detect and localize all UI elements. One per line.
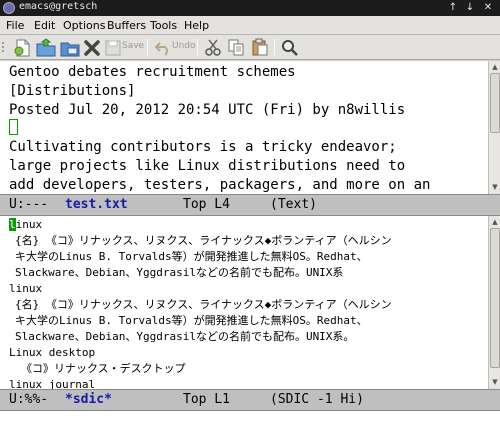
minibuffer-echo-area[interactable] (0, 411, 500, 432)
menu-bar: File Edit Options Buffers Tools Help (0, 16, 500, 35)
buffer-line: Posted Jul 20, 2012 20:54 UTC (Fri) by n… (9, 101, 406, 118)
undo-label[interactable]: Undo (172, 41, 196, 51)
new-file-icon[interactable] (12, 38, 32, 57)
buffer-line: Linux desktop (9, 346, 96, 359)
sdic-dictionary-buffer[interactable]: linux {名} 《コ》リナックス、リヌクス、ライナックス◆ボランティア（ヘル… (0, 216, 488, 389)
toolbar-separator (197, 39, 198, 55)
dired-folder-icon[interactable] (60, 38, 80, 57)
text-buffer-top[interactable]: Gentoo debates recruitment schemes [Dist… (0, 61, 488, 194)
buffer-line: 《コ》リナックス・デスクトップ (21, 362, 186, 375)
save-icon[interactable] (104, 38, 122, 57)
toolbar-separator (274, 39, 275, 55)
save-label[interactable]: Save (122, 41, 144, 51)
menu-help[interactable]: Help (184, 19, 209, 32)
modeline-buffer-name[interactable]: test.txt (65, 195, 128, 215)
scroll-up-arrow-icon[interactable]: ▲ (490, 217, 500, 227)
close-window-button[interactable]: ✕ (481, 1, 495, 15)
buffer-line: Cultivating contributors is a tricky end… (9, 139, 397, 156)
mode-line-top[interactable]: U:--- test.txt Top L4 (Text) (0, 194, 500, 216)
menu-file[interactable]: File (6, 19, 24, 32)
modeline-buffer-name[interactable]: *sdic* (65, 390, 112, 410)
shade-up-button[interactable]: ↑ (446, 1, 460, 15)
scrollbar-thumb[interactable] (490, 73, 500, 133)
inactive-cursor (9, 119, 18, 136)
scrollbar-bottom[interactable]: ▲ ▼ (488, 216, 500, 389)
cut-scissors-icon[interactable] (204, 38, 222, 57)
toolbar-grip (1, 40, 5, 59)
buffer-line-empty (9, 119, 488, 138)
buffer-line: {名} 《コ》リナックス、リヌクス、ライナックス◆ボランティア（ヘルシン (15, 298, 392, 311)
menu-edit[interactable]: Edit (34, 19, 55, 32)
menu-tools[interactable]: Tools (150, 19, 177, 32)
buffer-line-text: inux (15, 218, 43, 231)
window-title: emacs@gretsch (19, 1, 98, 12)
buffer-line: [Distributions] (9, 82, 136, 99)
buffer-line: Slackware、Debian、Yggdrasilなどの名前でも配布。UNIX… (15, 330, 355, 343)
shade-down-button[interactable]: ↓ (463, 1, 477, 15)
buffer-line: linux (9, 217, 488, 233)
modeline-status: U:--- (9, 197, 49, 212)
buffer-line: Slackware、Debian、Yggdrasilなどの名前でも配布。UNIX… (15, 266, 344, 279)
search-icon[interactable] (281, 38, 299, 57)
active-cursor: l (9, 218, 16, 231)
emacs-app-icon[interactable] (3, 2, 15, 14)
modeline-major-mode[interactable]: (SDIC -1 Hi) (270, 390, 364, 410)
modeline-status: U:%%- (9, 392, 49, 407)
paste-clipboard-icon[interactable] (251, 38, 269, 57)
open-folder-icon[interactable] (36, 38, 56, 57)
mode-line-bottom[interactable]: U:%%- *sdic* Top L1 (SDIC -1 Hi) (0, 389, 500, 411)
buffer-line: linux (9, 282, 43, 295)
scroll-down-arrow-icon[interactable]: ▼ (490, 182, 500, 192)
buffer-line: {名} 《コ》リナックス、リヌクス、ライナックス◆ボランティア（ヘルシン (15, 234, 392, 247)
buffer-line: キ大学のLinus B. Torvalds等）が開発推進した無料OS。Redha… (15, 314, 368, 327)
undo-icon[interactable] (154, 38, 172, 57)
menu-options[interactable]: Options (63, 19, 105, 32)
toolbar-separator (147, 39, 148, 55)
modeline-major-mode[interactable]: (Text) (270, 195, 317, 215)
scroll-up-arrow-icon[interactable]: ▲ (490, 62, 500, 72)
scroll-down-arrow-icon[interactable]: ▼ (490, 377, 500, 387)
buffer-line: キ大学のLinus B. Torvalds等）が開発推進した無料OS。Redha… (15, 250, 368, 263)
copy-icon[interactable] (227, 38, 245, 57)
buffer-line: large projects like Linux distributions … (9, 157, 406, 174)
kill-buffer-icon[interactable] (83, 38, 101, 57)
scrollbar-thumb[interactable] (490, 228, 500, 368)
menu-buffers[interactable]: Buffers (107, 19, 146, 32)
modeline-position: Top L4 (183, 197, 230, 212)
buffer-line: linux journal (9, 378, 96, 389)
title-bar: emacs@gretsch ↑ ↓ ✕ (0, 0, 500, 16)
buffer-line: add developers, testers, packagers, and … (9, 176, 431, 193)
buffer-line: Gentoo debates recruitment schemes (9, 64, 296, 80)
toolbar: Save Undo (0, 35, 500, 60)
scrollbar-top[interactable]: ▲ ▼ (488, 61, 500, 194)
modeline-position: Top L1 (183, 392, 230, 407)
